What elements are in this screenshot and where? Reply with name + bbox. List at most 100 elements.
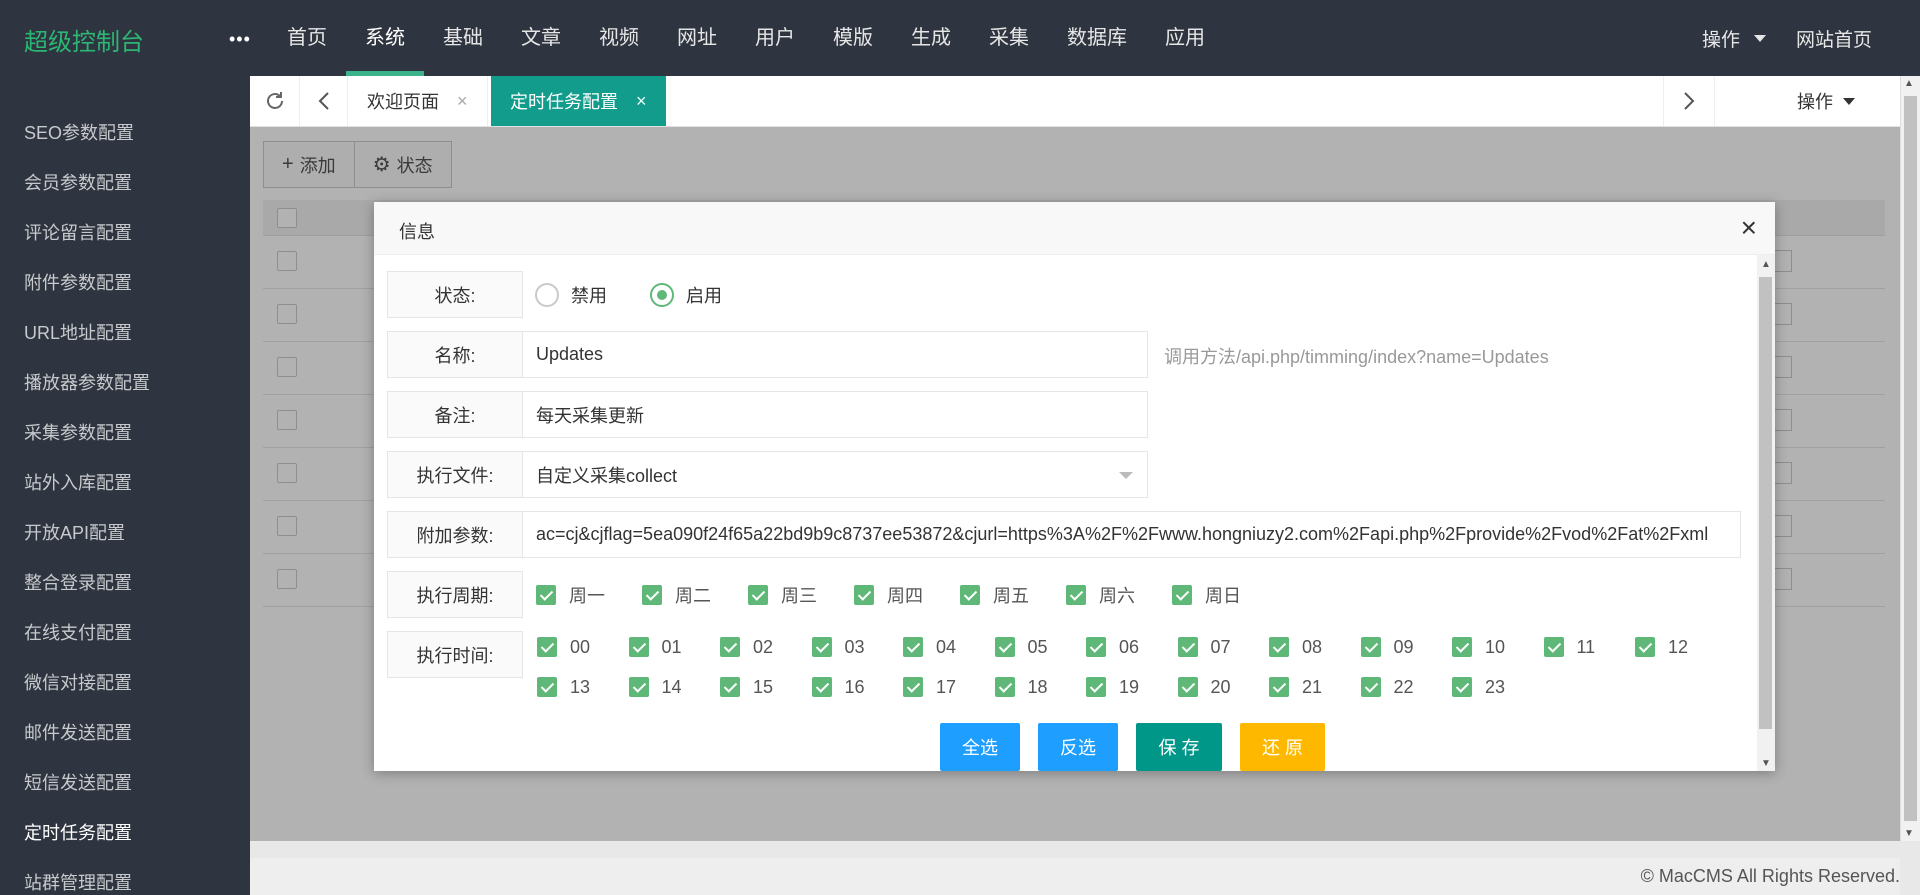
sidebar-item-comment[interactable]: 评论留言配置 — [0, 208, 250, 258]
sidebar-item-attachment[interactable]: 附件参数配置 — [0, 258, 250, 308]
week-options: 周一 周二 周三 周四 周五 周六 周日 — [523, 571, 1278, 618]
hour-checkbox[interactable]: 18 — [994, 677, 1087, 698]
hour-checkbox[interactable]: 15 — [720, 677, 812, 698]
tab-next-button[interactable] — [1663, 76, 1715, 126]
scrollbar-thumb[interactable] — [1759, 277, 1772, 729]
tab-ops-dropdown[interactable]: 操作 — [1797, 76, 1855, 126]
hour-checkbox[interactable]: 07 — [1177, 637, 1270, 658]
hour-checkbox[interactable]: 04 — [903, 637, 995, 658]
hour-checkbox[interactable]: 19 — [1086, 677, 1178, 698]
checked-icon — [748, 584, 768, 605]
hour-checkbox[interactable]: 20 — [1177, 677, 1270, 698]
checked-icon — [1360, 637, 1381, 657]
status-option-label: 禁用 — [571, 285, 607, 306]
week-checkbox-sun[interactable]: 周日 — [1172, 582, 1278, 608]
sidebar-item-cluster[interactable]: 站群管理配置 — [0, 858, 250, 895]
sidebar-item-sms[interactable]: 短信发送配置 — [0, 758, 250, 808]
sidebar-item-login[interactable]: 整合登录配置 — [0, 558, 250, 608]
refresh-button[interactable] — [250, 76, 300, 126]
remark-label: 备注: — [387, 391, 523, 438]
week-checkbox-sat[interactable]: 周六 — [1066, 582, 1172, 608]
week-checkbox-fri[interactable]: 周五 — [960, 582, 1066, 608]
save-button[interactable]: 保 存 — [1136, 723, 1222, 771]
reset-button[interactable]: 还 原 — [1240, 723, 1325, 771]
file-select[interactable]: 自定义采集collect — [523, 451, 1148, 498]
close-icon[interactable]: × — [636, 91, 647, 112]
sidebar-item-partial[interactable] — [0, 76, 250, 108]
more-icon[interactable]: ••• — [229, 30, 251, 48]
scroll-up-icon[interactable]: ▲ — [1904, 78, 1914, 89]
top-nav-item-generate[interactable]: 生成 — [892, 0, 970, 76]
hour-checkbox[interactable]: 08 — [1269, 637, 1361, 658]
week-checkbox-wed[interactable]: 周三 — [748, 582, 854, 608]
hour-label: 09 — [1393, 636, 1414, 657]
top-nav-item-home[interactable]: 首页 — [268, 0, 346, 76]
sidebar-item-player[interactable]: 播放器参数配置 — [0, 358, 250, 408]
params-input[interactable]: ac=cj&cjflag=5ea090f24f65a22bd9b9c8737ee… — [523, 511, 1741, 558]
remark-input[interactable]: 每天采集更新 — [523, 391, 1148, 438]
hour-checkbox[interactable]: 09 — [1360, 636, 1453, 658]
page-scrollbar[interactable]: ▲ ▼ — [1900, 76, 1920, 841]
site-home-link[interactable]: 网站首页 — [1796, 25, 1872, 52]
select-all-button[interactable]: 全选 — [940, 723, 1020, 771]
top-nav-item-url[interactable]: 网址 — [658, 0, 736, 76]
hour-checkbox[interactable]: 01 — [628, 637, 721, 658]
top-nav-item-user[interactable]: 用户 — [736, 0, 814, 76]
name-input[interactable]: Updates — [523, 331, 1148, 378]
sidebar-item-member[interactable]: 会员参数配置 — [0, 158, 250, 208]
dialog-scrollbar[interactable]: ▲ ▼ — [1757, 255, 1775, 771]
sidebar-item-seo[interactable]: SEO参数配置 — [0, 108, 250, 158]
top-nav-item-article[interactable]: 文章 — [502, 0, 580, 76]
top-nav-item-basic[interactable]: 基础 — [424, 0, 502, 76]
week-checkbox-tue[interactable]: 周二 — [642, 582, 748, 608]
hour-checkbox[interactable]: 03 — [811, 637, 904, 658]
top-ops-dropdown[interactable]: 操作 — [1702, 25, 1766, 52]
hour-checkbox[interactable]: 22 — [1360, 677, 1453, 698]
hour-checkbox[interactable]: 00 — [537, 637, 629, 658]
hour-checkbox[interactable]: 14 — [628, 677, 721, 698]
scroll-down-icon[interactable]: ▼ — [1904, 828, 1914, 839]
scrollbar-thumb[interactable] — [1904, 96, 1917, 821]
app-logo-title[interactable]: 超级控制台 — [24, 22, 144, 57]
hour-checkbox[interactable]: 23 — [1452, 677, 1544, 698]
hour-checkbox[interactable]: 10 — [1452, 637, 1544, 658]
hour-checkbox[interactable]: 06 — [1086, 637, 1178, 658]
name-hint: 调用方法/api.php/timming/index?name=Updates — [1164, 347, 1549, 367]
status-radio-enabled[interactable]: 启用 — [650, 282, 722, 308]
hour-label: 12 — [1668, 636, 1689, 657]
hour-checkbox[interactable]: 13 — [537, 677, 629, 698]
top-nav-item-database[interactable]: 数据库 — [1048, 0, 1146, 76]
week-checkbox-mon[interactable]: 周一 — [536, 582, 642, 608]
invert-selection-button[interactable]: 反选 — [1038, 723, 1118, 771]
sidebar-item-payment[interactable]: 在线支付配置 — [0, 608, 250, 658]
close-icon[interactable]: × — [457, 91, 468, 112]
hour-label: 13 — [570, 676, 591, 697]
top-nav-item-apps[interactable]: 应用 — [1146, 0, 1224, 76]
sidebar-item-import[interactable]: 站外入库配置 — [0, 458, 250, 508]
tab-prev-button[interactable] — [300, 76, 348, 126]
scroll-up-icon[interactable]: ▲ — [1761, 259, 1771, 270]
close-icon[interactable]: × — [1741, 212, 1757, 244]
hour-checkbox[interactable]: 05 — [994, 637, 1087, 658]
top-nav-item-video[interactable]: 视频 — [580, 0, 658, 76]
top-nav-item-system[interactable]: 系统 — [346, 0, 424, 76]
top-nav-item-template[interactable]: 模版 — [814, 0, 892, 76]
sidebar-item-url[interactable]: URL地址配置 — [0, 308, 250, 358]
top-nav-item-collect[interactable]: 采集 — [970, 0, 1048, 76]
status-radio-disabled[interactable]: 禁用 — [535, 282, 607, 308]
hour-checkbox[interactable]: 16 — [811, 677, 904, 698]
hour-checkbox[interactable]: 12 — [1635, 637, 1727, 658]
hour-checkbox[interactable]: 17 — [903, 677, 995, 698]
sidebar-item-collect[interactable]: 采集参数配置 — [0, 408, 250, 458]
sidebar-item-api[interactable]: 开放API配置 — [0, 508, 250, 558]
scroll-down-icon[interactable]: ▼ — [1761, 758, 1771, 769]
hour-checkbox[interactable]: 11 — [1543, 637, 1636, 658]
tab-timming-config[interactable]: 定时任务配置 × — [491, 76, 666, 126]
tab-welcome[interactable]: 欢迎页面 × — [348, 76, 488, 126]
week-checkbox-thu[interactable]: 周四 — [854, 582, 960, 608]
hour-checkbox[interactable]: 21 — [1269, 677, 1361, 698]
sidebar-item-wechat[interactable]: 微信对接配置 — [0, 658, 250, 708]
sidebar-item-timming[interactable]: 定时任务配置 — [0, 808, 250, 858]
sidebar-item-email[interactable]: 邮件发送配置 — [0, 708, 250, 758]
hour-checkbox[interactable]: 02 — [720, 637, 812, 658]
